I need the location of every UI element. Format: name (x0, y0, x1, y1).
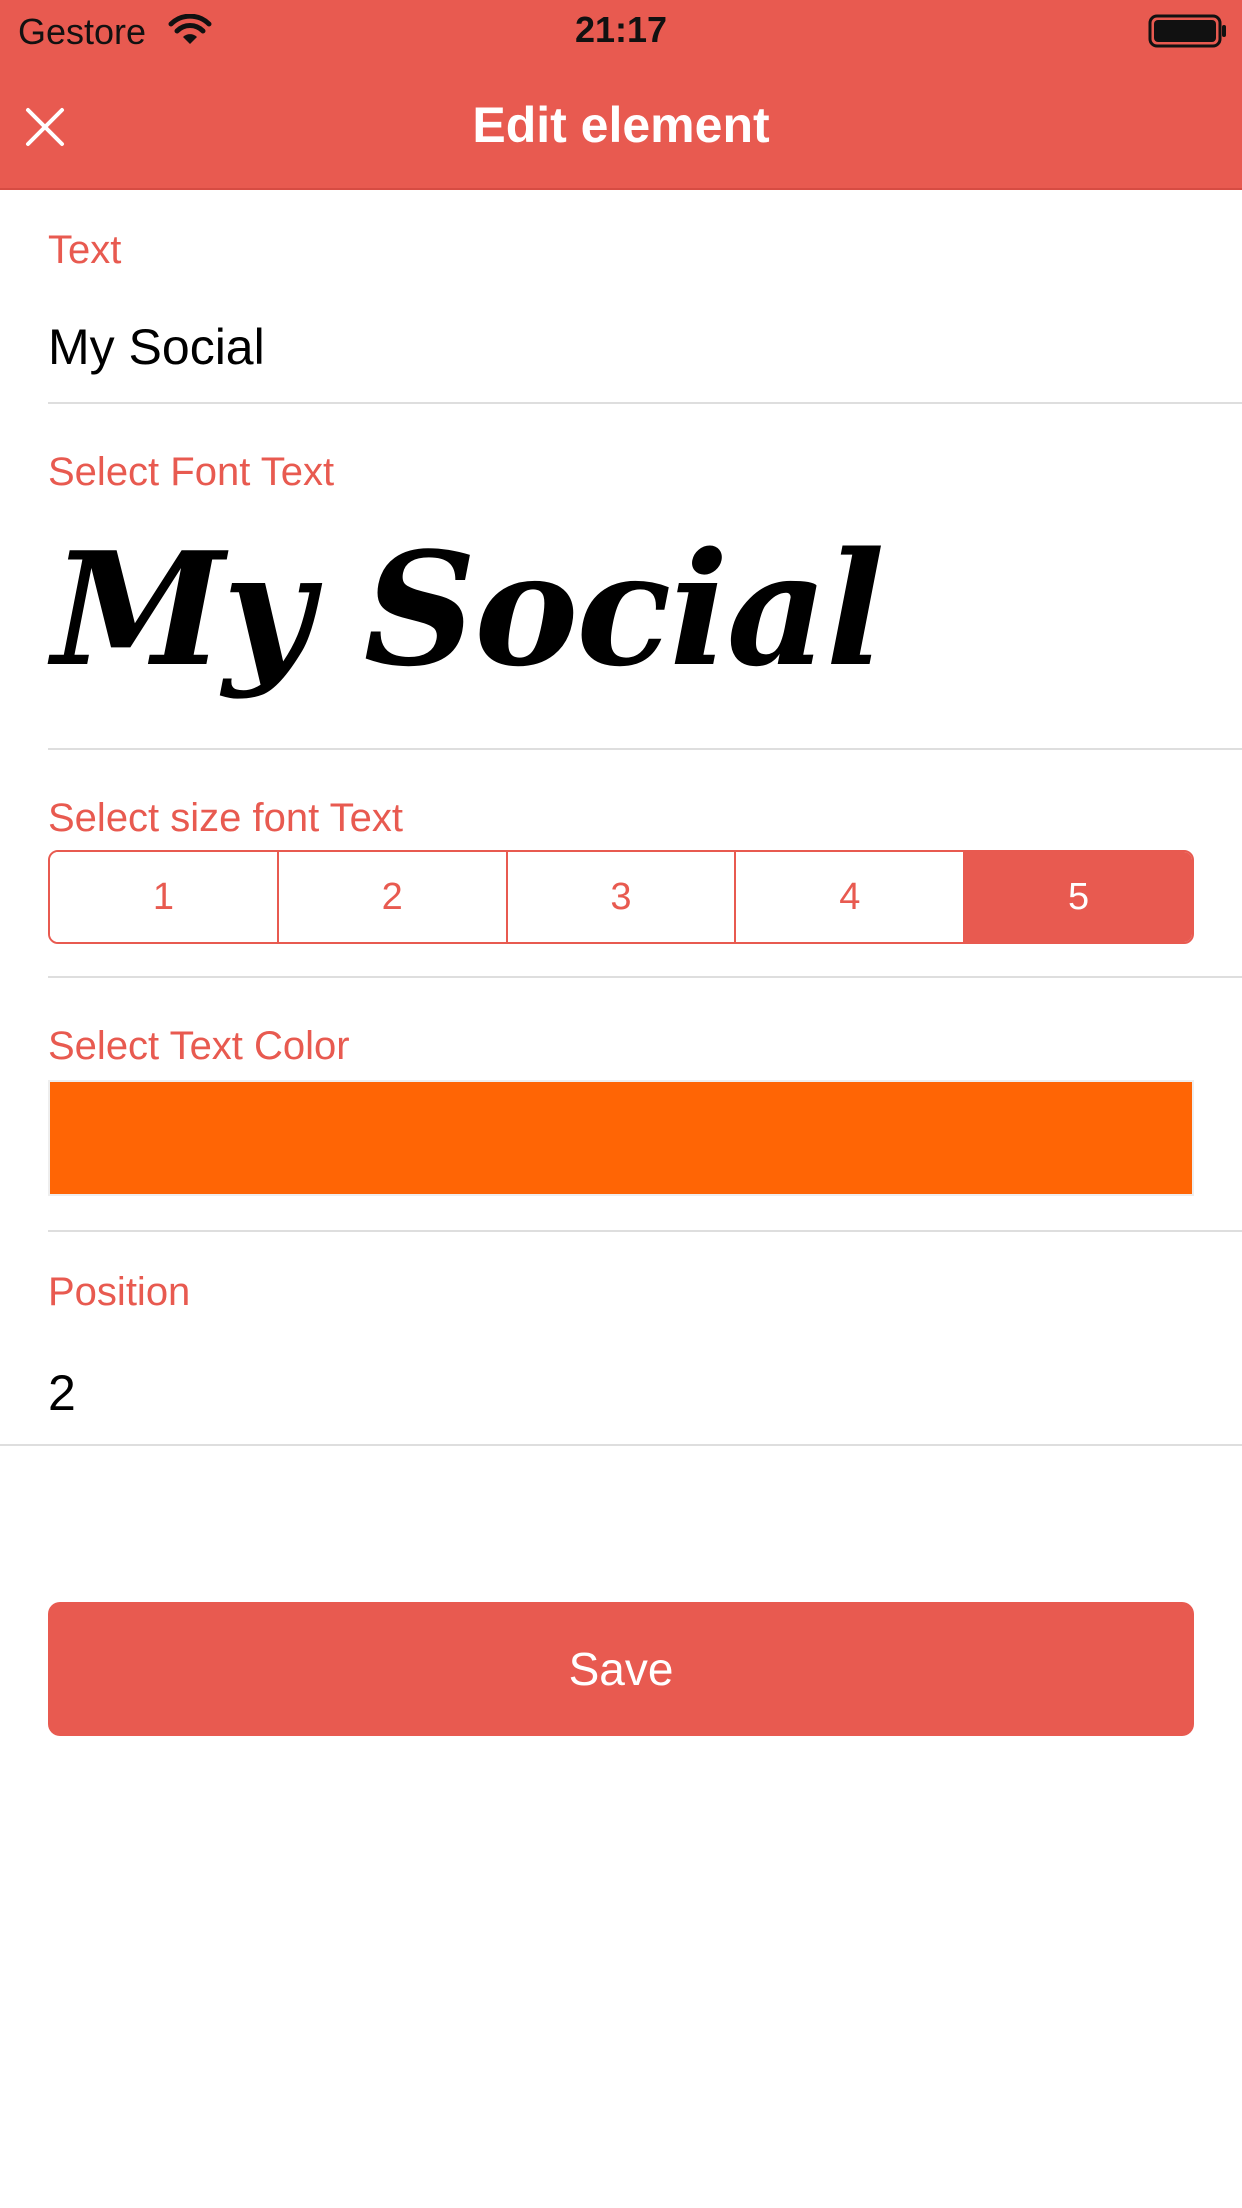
page-title: Edit element (472, 97, 770, 153)
divider (48, 976, 1242, 978)
size-label: Select size font Text (48, 796, 403, 840)
font-label: Select Font Text (48, 450, 335, 494)
size-option-1[interactable]: 1 (50, 852, 279, 942)
divider (48, 402, 1242, 404)
font-preview[interactable]: My Social (52, 520, 885, 700)
size-option-2[interactable]: 2 (278, 852, 508, 942)
color-swatch[interactable] (48, 1080, 1194, 1196)
text-input[interactable] (48, 312, 1198, 382)
size-option-4[interactable]: 4 (736, 852, 966, 942)
save-button[interactable]: Save (48, 1602, 1194, 1736)
divider (48, 748, 1242, 750)
battery-icon (1148, 14, 1226, 48)
size-option-3[interactable]: 3 (507, 852, 737, 942)
divider (48, 1230, 1242, 1232)
position-label: Position (48, 1270, 191, 1314)
divider (0, 1444, 1242, 1446)
size-option-5[interactable]: 5 (965, 852, 1192, 942)
color-label: Select Text Color (48, 1024, 350, 1068)
text-label: Text (48, 228, 122, 272)
navigation-header: Gestore 21:17 Edit element (0, 0, 1242, 190)
status-time: 21:17 (574, 9, 668, 50)
size-segmented-control: 1 2 3 4 5 (48, 850, 1194, 944)
position-input[interactable] (48, 1358, 1198, 1428)
